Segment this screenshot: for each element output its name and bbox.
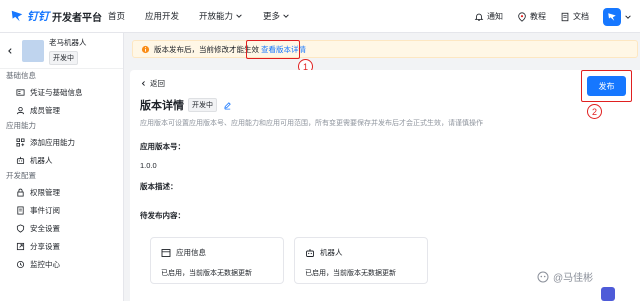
nav-open-capability[interactable]: 开放能力 (199, 10, 243, 22)
sidebar-item-share[interactable]: 分享设置 (0, 237, 123, 255)
highlight-box-publish (581, 70, 632, 102)
dingtalk-avatar-icon (608, 12, 616, 21)
sidebar-item-add-capability[interactable]: 添加应用能力 (0, 133, 123, 151)
sidebar-item-label: 权限管理 (30, 187, 60, 197)
version-desc-label: 版本描述： (140, 182, 178, 191)
sidebar-item-label: 安全设置 (30, 223, 60, 233)
document-icon (561, 12, 569, 21)
lock-icon (17, 188, 24, 197)
nav-app-dev[interactable]: 应用开发 (145, 10, 179, 22)
sidebar-item-label: 成员管理 (30, 105, 60, 115)
app-info-icon (161, 248, 171, 257)
chevron-down-icon (283, 14, 289, 18)
sidebar-item-security[interactable]: 安全设置 (0, 219, 123, 237)
docs-button[interactable]: 文档 (560, 11, 589, 22)
status-badge: 开发中 (188, 98, 217, 112)
pending-card-robot: 机器人 已启用，当前版本无数据更新 (294, 237, 428, 284)
nav-right: 通知 教程 文档 (474, 0, 640, 33)
watermark-text: @马佳彬 (553, 273, 594, 284)
robot-icon (306, 248, 314, 257)
card-title: 机器人 (320, 248, 343, 257)
nav-open-capability-label: 开放能力 (199, 11, 234, 21)
nav-more[interactable]: 更多 (263, 10, 290, 22)
app-thumbnail (22, 39, 44, 62)
banner-text: 版本发布后，当前修改才能生效 (154, 44, 259, 54)
section-title-basic: 基础信息 (6, 71, 36, 80)
logo-brand: 钉钉 (27, 11, 49, 23)
page-description: 应用版本可设置应用版本号、应用能力和应用可用范围，所有变更需要保存并发布后才会正… (140, 120, 483, 127)
grid-add-icon (16, 137, 25, 147)
version-value: 1.0.0 (140, 161, 157, 170)
share-icon (16, 242, 25, 250)
tutorial-button[interactable]: 教程 (517, 11, 546, 22)
doc-icon (17, 205, 24, 215)
user-avatar[interactable] (603, 7, 621, 26)
card-title: 应用信息 (176, 248, 206, 257)
card-status: 已启用，当前版本无数据更新 (161, 270, 252, 277)
notify-button[interactable]: 通知 (474, 11, 503, 22)
highlight-box-link (246, 40, 300, 59)
sidebar-item-label: 事件订阅 (30, 205, 60, 215)
shield-icon (16, 223, 25, 233)
section-title-capability: 应用能力 (6, 121, 36, 130)
back-label: 返回 (150, 79, 165, 88)
help-chat-button[interactable] (601, 287, 615, 301)
app-status-badge: 开发中 (49, 50, 78, 65)
robot-icon (16, 156, 25, 164)
pending-card-app-info: 应用信息 已启用，当前版本无数据更新 (150, 237, 284, 284)
chevron-down-icon (236, 14, 242, 18)
sidebar-item-label: 分享设置 (30, 241, 60, 251)
page-title: 版本详情 (140, 100, 184, 112)
nav-more-label: 更多 (263, 11, 281, 21)
chevron-left-icon (141, 81, 145, 86)
app-name: 老马机器人 (49, 37, 87, 47)
version-detail-panel: 返回 版本详情 开发中 应用版本可设置应用版本号、应用能力和应用可用范围，所有变… (130, 70, 640, 301)
user-icon (16, 106, 25, 114)
sidebar-item-credentials[interactable]: 凭证与基础信息 (0, 83, 123, 101)
sidebar-item-permissions[interactable]: 权限管理 (0, 183, 123, 201)
notify-label: 通知 (487, 12, 503, 21)
title-row: 版本详情 开发中 (140, 97, 232, 113)
chevron-down-icon[interactable] (624, 13, 632, 21)
sidebar-item-members[interactable]: 成员管理 (0, 101, 123, 119)
logo-title: 开发者平台 (52, 12, 102, 24)
annotation-badge-2: 2 (587, 104, 602, 119)
version-label: 应用版本号： (140, 142, 185, 151)
top-nav: 钉钉 开发者平台 首页 应用开发 开放能力 更多 通知 教程 文档 (0, 0, 640, 33)
monitor-icon (16, 260, 25, 268)
chevron-left-icon[interactable] (6, 47, 14, 55)
id-card-icon (16, 88, 25, 96)
info-icon (141, 45, 150, 53)
app-card: 老马机器人 开发中 (0, 33, 123, 69)
pending-content-label: 待发布内容： (140, 211, 185, 220)
sidebar-item-label: 监控中心 (30, 259, 60, 269)
tutorial-label: 教程 (530, 12, 546, 21)
sidebar: 老马机器人 开发中 基础信息 凭证与基础信息 成员管理 应用能力 添加应用能力 … (0, 33, 124, 301)
nav-home[interactable]: 首页 (108, 10, 125, 22)
sidebar-item-robot[interactable]: 机器人 (0, 151, 123, 169)
notice-banner: 版本发布后，当前修改才能生效 查看版本详情 (132, 40, 638, 58)
section-title-dev-config: 开发配置 (6, 171, 36, 180)
back-link[interactable]: 返回 (140, 78, 165, 89)
bell-icon (474, 13, 484, 21)
sidebar-item-label: 凭证与基础信息 (30, 87, 83, 97)
sidebar-item-events[interactable]: 事件订阅 (0, 201, 123, 219)
card-status: 已启用，当前版本无数据更新 (305, 270, 396, 277)
tutorial-icon (518, 11, 526, 22)
docs-label: 文档 (573, 12, 589, 21)
sidebar-item-label: 添加应用能力 (30, 137, 75, 147)
nav-app-dev-label: 应用开发 (145, 11, 180, 21)
nav-home-label: 首页 (108, 11, 126, 21)
sidebar-item-label: 机器人 (30, 155, 53, 165)
sidebar-item-monitor[interactable]: 监控中心 (0, 255, 123, 273)
watermark: @马佳彬 (537, 269, 593, 284)
logo[interactable]: 钉钉 开发者平台 (10, 8, 108, 24)
dingtalk-logo-icon (11, 10, 23, 22)
edit-icon[interactable] (223, 101, 232, 110)
watermark-logo-icon (537, 271, 549, 282)
